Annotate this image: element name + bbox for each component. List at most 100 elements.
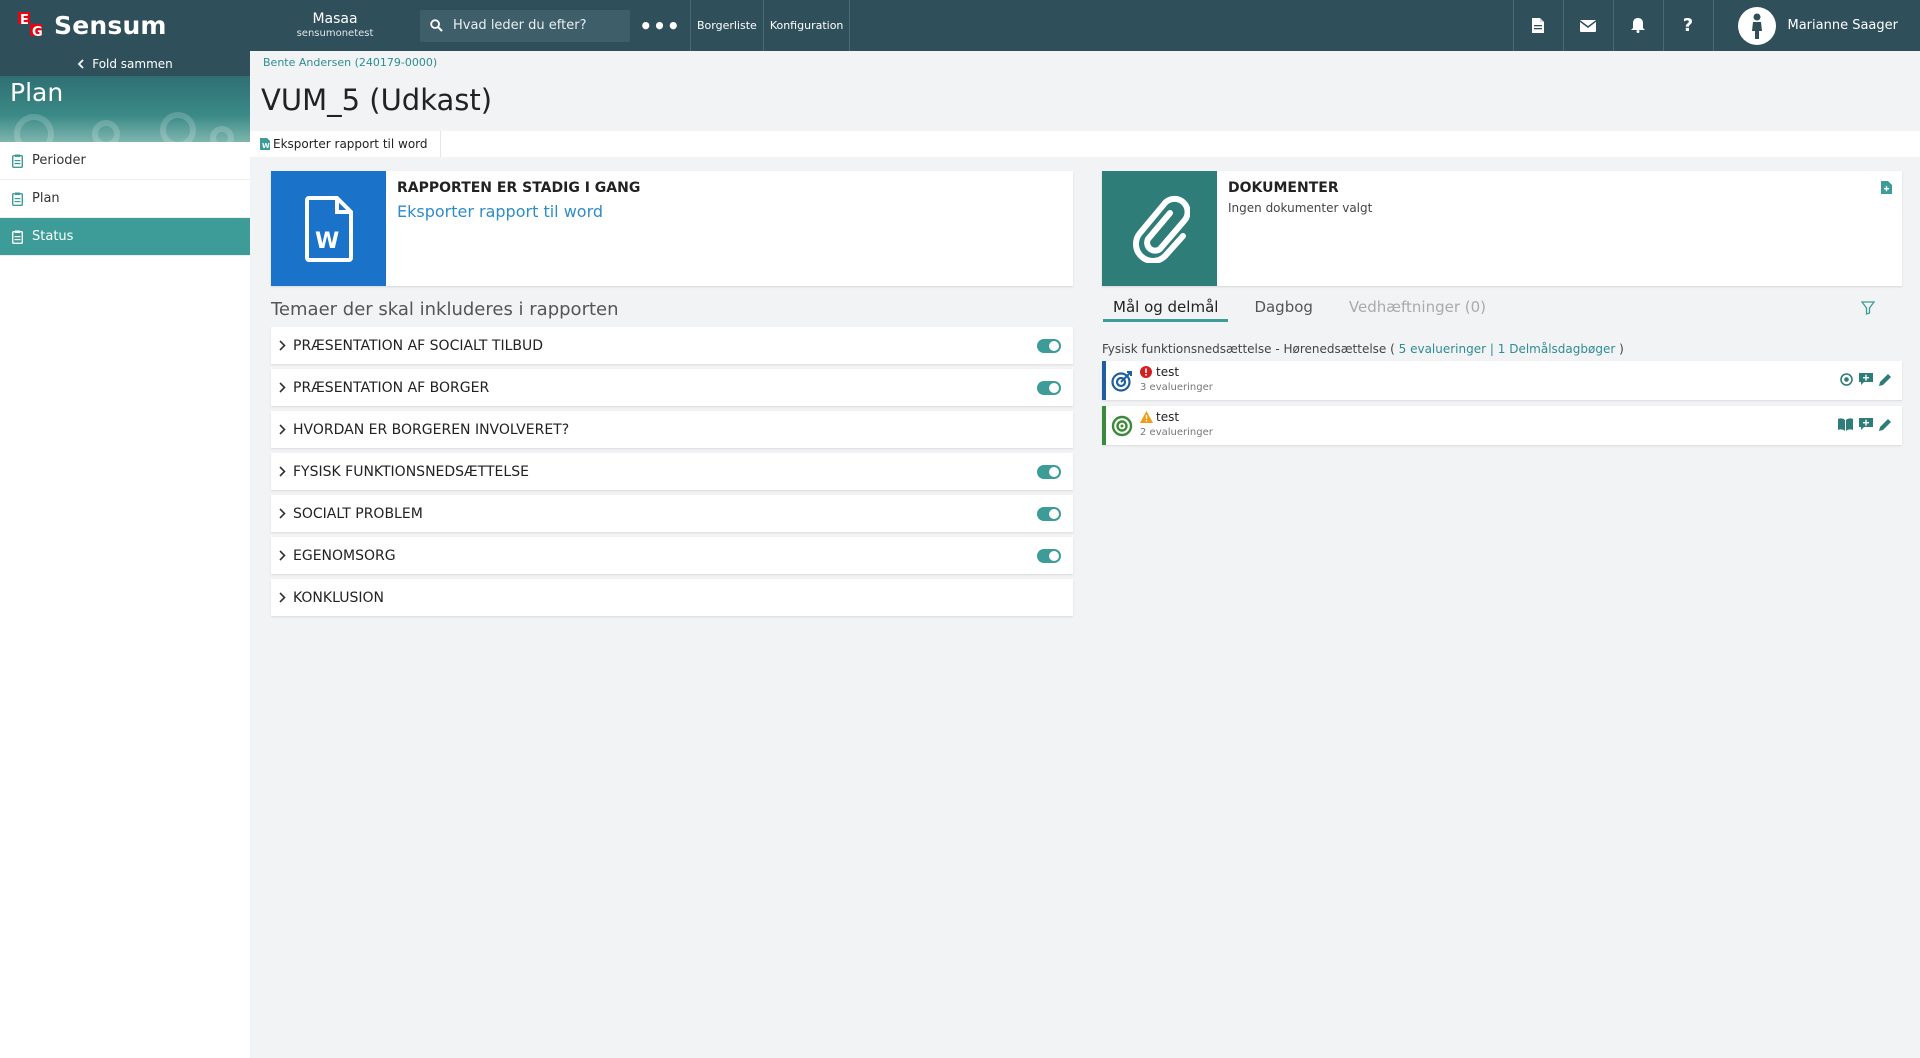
include-toggle[interactable] bbox=[1037, 339, 1061, 353]
goal-evaluations: 3 evalueringer bbox=[1140, 382, 1213, 393]
search-placeholder: Hvad leder du efter? bbox=[453, 18, 587, 33]
warning-badge-icon bbox=[1140, 411, 1153, 423]
word-file-icon: W bbox=[260, 138, 270, 150]
theme-label: PRÆSENTATION AF BORGER bbox=[293, 379, 490, 396]
add-comment-icon[interactable] bbox=[1859, 418, 1873, 431]
sidebar: Fold sammen Plan Perioder Plan Status bbox=[0, 51, 250, 1058]
avatar bbox=[1737, 6, 1776, 45]
filter-icon[interactable] bbox=[1861, 301, 1875, 315]
theme-label: HVORDAN ER BORGEREN INVOLVERET? bbox=[293, 421, 570, 438]
section-title: Plan bbox=[10, 78, 64, 107]
goal-name: test bbox=[1156, 365, 1180, 379]
sidebar-item-label: Perioder bbox=[32, 153, 86, 168]
goal-evaluations: 2 evalueringer bbox=[1140, 427, 1213, 438]
goal-row[interactable]: test 2 evalueringer bbox=[1102, 406, 1902, 445]
sidebar-item-plan[interactable]: Plan bbox=[0, 180, 250, 218]
page-title: VUM_5 (Udkast) bbox=[261, 83, 493, 117]
theme-row[interactable]: FYSISK FUNKTIONSNEDSÆTTELSE bbox=[271, 453, 1073, 490]
target-arrow-icon bbox=[1111, 371, 1132, 392]
theme-label: KONKLUSION bbox=[293, 589, 384, 606]
more-menu-button[interactable]: ••• bbox=[630, 14, 690, 38]
evaluations-link[interactable]: 5 evalueringer bbox=[1399, 342, 1486, 356]
section-header: Plan bbox=[0, 76, 250, 142]
theme-row[interactable]: SOCIALT PROBLEM bbox=[271, 495, 1073, 532]
tab-bar: Mål og delmål Dagbog Vedhæftninger (0) bbox=[1103, 294, 1512, 322]
theme-label: FYSISK FUNKTIONSNEDSÆTTELSE bbox=[293, 463, 529, 480]
eg-logo-icon: E G bbox=[18, 11, 43, 40]
edit-icon[interactable] bbox=[1879, 373, 1892, 386]
org-switcher[interactable]: Masaa sensumonetest bbox=[250, 11, 420, 39]
help-icon[interactable]: ? bbox=[1662, 0, 1713, 51]
themes-title: Temaer der skal inkluderes i rapporten bbox=[271, 299, 619, 320]
chevron-left-icon bbox=[77, 58, 84, 69]
document-icon[interactable] bbox=[1512, 0, 1563, 51]
top-bar: E G Sensum Masaa sensumonetest Hvad lede… bbox=[0, 0, 1920, 51]
word-tile: W bbox=[271, 171, 386, 286]
nav-borgerliste[interactable]: Borgerliste bbox=[690, 0, 763, 51]
report-status-title: RAPPORTEN ER STADIG I GANG bbox=[397, 180, 641, 196]
word-file-icon: W bbox=[304, 195, 353, 262]
include-toggle[interactable] bbox=[1037, 507, 1061, 521]
theme-row[interactable]: HVORDAN ER BORGEREN INVOLVERET? bbox=[271, 411, 1073, 448]
tab-vedhaeftninger[interactable]: Vedhæftninger (0) bbox=[1339, 294, 1496, 322]
app-name: Sensum bbox=[54, 11, 167, 40]
theme-row[interactable]: PRÆSENTATION AF SOCIALT TILBUD bbox=[271, 327, 1073, 364]
chevron-right-icon bbox=[279, 466, 286, 477]
add-document-icon[interactable] bbox=[1881, 181, 1892, 194]
include-toggle[interactable] bbox=[1037, 549, 1061, 563]
search-icon bbox=[430, 19, 443, 32]
export-word-button[interactable]: W Eksporter rapport til word bbox=[250, 131, 441, 157]
goal-status-bar bbox=[1102, 406, 1106, 445]
documents-tile bbox=[1102, 171, 1217, 286]
include-toggle[interactable] bbox=[1037, 381, 1061, 395]
svg-text:W: W bbox=[262, 142, 270, 150]
breadcrumb[interactable]: Bente Andersen (240179-0000) bbox=[263, 56, 437, 69]
sidebar-item-status[interactable]: Status bbox=[0, 218, 250, 256]
error-badge-icon bbox=[1140, 366, 1152, 378]
bell-icon[interactable] bbox=[1612, 0, 1663, 51]
search-input[interactable]: Hvad leder du efter? bbox=[420, 9, 630, 42]
target-icon[interactable] bbox=[1840, 373, 1853, 386]
fold-button[interactable]: Fold sammen bbox=[0, 51, 250, 76]
org-sub: sensumonetest bbox=[296, 27, 374, 39]
theme-row[interactable]: KONKLUSION bbox=[271, 579, 1073, 616]
svg-text:W: W bbox=[315, 229, 339, 254]
diaries-link[interactable]: 1 Delmålsdagbøger bbox=[1498, 342, 1616, 356]
theme-row[interactable]: EGENOMSORG bbox=[271, 537, 1073, 574]
tab-dagbog[interactable]: Dagbog bbox=[1244, 294, 1322, 322]
include-toggle[interactable] bbox=[1037, 465, 1061, 479]
goals-header: Fysisk funktionsnedsættelse - Hørenedsæt… bbox=[1102, 342, 1624, 356]
app-logo[interactable]: E G Sensum bbox=[0, 0, 250, 51]
theme-label: SOCIALT PROBLEM bbox=[293, 505, 423, 522]
goal-name: test bbox=[1156, 410, 1180, 424]
report-card: W RAPPORTEN ER STADIG I GANG Eksporter r… bbox=[271, 171, 1073, 286]
nav-konfiguration[interactable]: Konfiguration bbox=[762, 0, 851, 51]
fold-label: Fold sammen bbox=[92, 56, 173, 71]
export-word-link[interactable]: Eksporter rapport til word bbox=[397, 202, 603, 221]
documents-card: DOKUMENTER Ingen dokumenter valgt bbox=[1102, 171, 1902, 286]
theme-row[interactable]: PRÆSENTATION AF BORGER bbox=[271, 369, 1073, 406]
user-menu[interactable]: Marianne Saager bbox=[1712, 0, 1920, 51]
goal-row[interactable]: test 3 evalueringer bbox=[1102, 361, 1902, 400]
add-comment-icon[interactable] bbox=[1859, 373, 1873, 386]
book-icon[interactable] bbox=[1838, 418, 1853, 431]
sidebar-item-label: Plan bbox=[32, 191, 60, 206]
sidebar-item-perioder[interactable]: Perioder bbox=[0, 142, 250, 180]
mail-icon[interactable] bbox=[1562, 0, 1613, 51]
theme-label: PRÆSENTATION AF SOCIALT TILBUD bbox=[293, 337, 544, 354]
edit-icon[interactable] bbox=[1879, 418, 1892, 431]
documents-title: DOKUMENTER bbox=[1228, 180, 1339, 196]
chevron-right-icon bbox=[279, 340, 286, 351]
paperclip-icon bbox=[1132, 195, 1190, 263]
tab-maal-og-delmaal[interactable]: Mål og delmål bbox=[1103, 294, 1229, 322]
person-icon bbox=[1751, 13, 1762, 39]
documents-subtitle: Ingen dokumenter valgt bbox=[1228, 201, 1373, 215]
org-name: Masaa bbox=[312, 11, 358, 28]
chevron-right-icon bbox=[279, 424, 286, 435]
export-label: Eksporter rapport til word bbox=[273, 137, 428, 151]
chevron-right-icon bbox=[279, 508, 286, 519]
chevron-right-icon bbox=[279, 592, 286, 603]
target-icon bbox=[1111, 415, 1133, 437]
main-content: Bente Andersen (240179-0000) VUM_5 (Udka… bbox=[250, 51, 1920, 1058]
clipboard-icon bbox=[12, 192, 23, 206]
